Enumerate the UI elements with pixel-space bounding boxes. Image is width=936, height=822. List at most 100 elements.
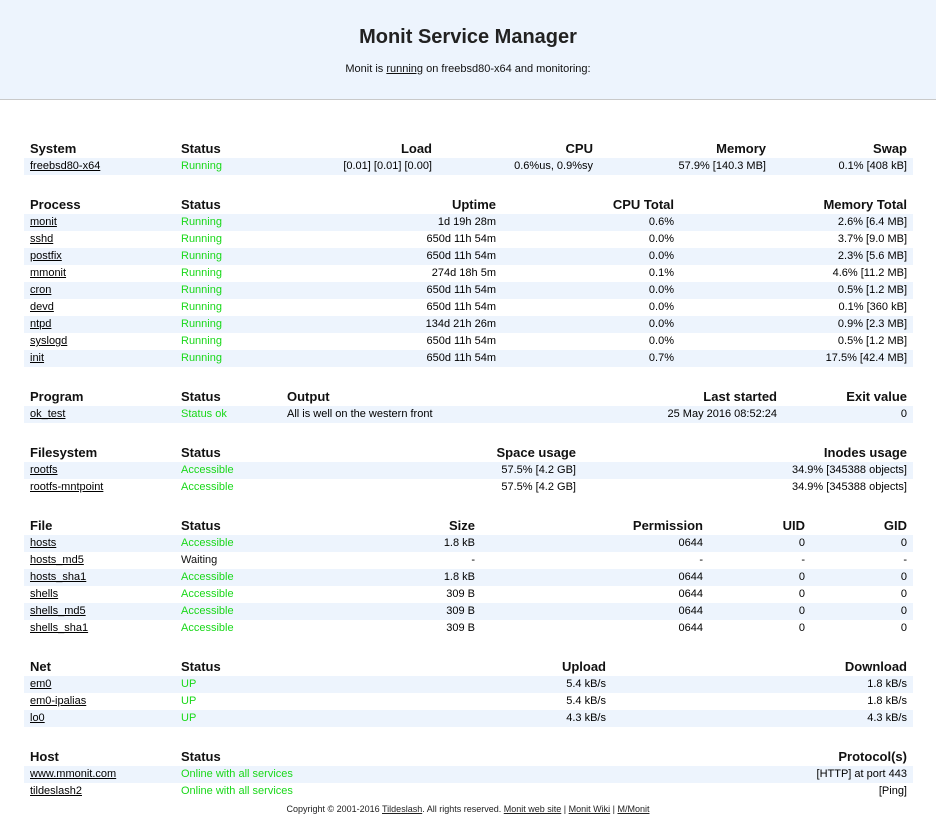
host-link[interactable]: tildeslash2 <box>30 783 82 800</box>
col-status: Status <box>181 749 221 764</box>
upload-value: 5.4 kB/s <box>566 695 606 707</box>
process-link[interactable]: init <box>30 350 44 367</box>
tildeslash-link[interactable]: Tildeslash <box>382 804 422 814</box>
table-row: ntpd Running 134d 21h 26m 0.0% 0.9% [2.3… <box>24 316 913 333</box>
uptime-value: 1d 19h 28m <box>437 216 496 228</box>
monit-wiki-link[interactable]: Monit Wiki <box>569 804 611 814</box>
table-row: hosts Accessible 1.8 kB 0644 0 0 <box>24 535 913 552</box>
process-link[interactable]: monit <box>30 214 57 231</box>
process-link[interactable]: devd <box>30 299 54 316</box>
status-value: Running <box>181 233 222 245</box>
filesystem-link[interactable]: rootfs <box>30 462 58 479</box>
table-row: rootfs Accessible 57.5% [4.2 GB] 34.9% [… <box>24 462 913 479</box>
mmonit-link[interactable]: M/Monit <box>617 804 649 814</box>
file-link[interactable]: hosts_sha1 <box>30 569 86 586</box>
col-filesystem: Filesystem <box>30 445 98 460</box>
col-upload: Upload <box>561 659 606 674</box>
exit-value: 0 <box>900 408 907 420</box>
size-value: 1.8 kB <box>443 537 475 549</box>
status-value: Running <box>181 335 222 347</box>
cpu-value: 0.0% <box>648 284 674 296</box>
gid-value: 0 <box>900 571 907 583</box>
col-memory-total: Memory Total <box>823 197 907 212</box>
status-value: Running <box>181 352 222 364</box>
uptime-value: 650d 11h 54m <box>426 284 496 296</box>
size-value: 309 B <box>446 622 475 634</box>
uid-value: 0 <box>798 605 805 617</box>
file-link[interactable]: shells <box>30 586 58 603</box>
uptime-value: 650d 11h 54m <box>426 250 496 262</box>
col-file: File <box>30 518 53 533</box>
table-row: shells_sha1 Accessible 309 B 0644 0 0 <box>24 620 913 637</box>
uid-value: 0 <box>798 588 805 600</box>
process-table-header: Process Status Uptime CPU Total Memory T… <box>24 196 913 214</box>
file-link[interactable]: shells_md5 <box>30 603 86 620</box>
net-link[interactable]: em0-ipalias <box>30 693 86 710</box>
running-link[interactable]: running <box>386 63 423 75</box>
page-footer: Copyright © 2001-2016 Tildeslash. All ri… <box>0 804 936 814</box>
status-value: UP <box>181 695 197 707</box>
col-permission: Permission <box>632 518 703 533</box>
process-link[interactable]: postfix <box>30 248 62 265</box>
status-value: Running <box>181 160 222 172</box>
process-table: Process Status Uptime CPU Total Memory T… <box>24 196 913 367</box>
process-link[interactable]: cron <box>30 282 51 299</box>
uptime-value: 650d 11h 54m <box>426 352 496 364</box>
col-inodes-usage: Inodes usage <box>823 445 907 460</box>
host-table-header: Host Status Protocol(s) <box>24 748 913 766</box>
process-link[interactable]: ntpd <box>30 316 51 333</box>
process-link[interactable]: mmonit <box>30 265 66 282</box>
status-line-suffix: on freebsd80-x64 and monitoring: <box>423 63 591 75</box>
host-link[interactable]: www.mmonit.com <box>30 766 116 783</box>
uid-value: 0 <box>798 571 805 583</box>
last-started-value: 25 May 2016 08:52:24 <box>667 408 777 420</box>
col-cpu: CPU <box>565 141 593 156</box>
status-value: Online with all services <box>181 768 293 780</box>
status-value: Accessible <box>181 588 234 600</box>
col-status: Status <box>181 141 221 156</box>
table-row: shells_md5 Accessible 309 B 0644 0 0 <box>24 603 913 620</box>
uptime-value: 134d 21h 26m <box>425 318 496 330</box>
status-value: Accessible <box>181 464 234 476</box>
system-link[interactable]: freebsd80-x64 <box>30 158 100 175</box>
process-link[interactable]: syslogd <box>30 333 67 350</box>
status-value: Accessible <box>181 622 234 634</box>
memory-value: 0.9% [2.3 MB] <box>837 318 907 330</box>
monit-web-site-link[interactable]: Monit web site <box>504 804 562 814</box>
page-title: Monit Service Manager <box>359 26 577 48</box>
file-link[interactable]: shells_sha1 <box>30 620 88 637</box>
col-memory: Memory <box>716 141 766 156</box>
memory-value: 0.5% [1.2 MB] <box>837 284 907 296</box>
net-table-header: Net Status Upload Download <box>24 658 913 676</box>
download-value: 1.8 kB/s <box>867 678 907 690</box>
status-value: Accessible <box>181 537 234 549</box>
process-link[interactable]: sshd <box>30 231 53 248</box>
gid-value: - <box>903 554 907 566</box>
table-row: tildeslash2 Online with all services [Pi… <box>24 783 913 800</box>
upload-value: 5.4 kB/s <box>566 678 606 690</box>
table-row: cron Running 650d 11h 54m 0.0% 0.5% [1.2… <box>24 282 913 299</box>
filesystem-link[interactable]: rootfs-mntpoint <box>30 479 103 496</box>
status-value: Accessible <box>181 605 234 617</box>
table-row: monit Running 1d 19h 28m 0.6% 2.6% [6.4 … <box>24 214 913 231</box>
cpu-value: 0.0% <box>648 233 674 245</box>
table-row: em0-ipalias UP 5.4 kB/s 1.8 kB/s <box>24 693 913 710</box>
cpu-value: 0.0% <box>648 250 674 262</box>
size-value: 1.8 kB <box>443 571 475 583</box>
file-link[interactable]: hosts_md5 <box>30 552 84 569</box>
status-value: Running <box>181 250 222 262</box>
protocols-value: [HTTP] at port 443 <box>816 768 907 780</box>
program-table-header: Program Status Output Last started Exit … <box>24 388 913 406</box>
inodes-value: 34.9% [345388 objects] <box>792 464 907 476</box>
uid-value: 0 <box>798 537 805 549</box>
inodes-value: 34.9% [345388 objects] <box>792 481 907 493</box>
col-program: Program <box>30 389 84 404</box>
filesystem-table: Filesystem Status Space usage Inodes usa… <box>24 444 913 496</box>
net-link[interactable]: em0 <box>30 676 51 693</box>
permission-value: - <box>699 554 703 566</box>
net-link[interactable]: lo0 <box>30 710 45 727</box>
memory-value: 17.5% [42.4 MB] <box>825 352 907 364</box>
file-link[interactable]: hosts <box>30 535 56 552</box>
program-link[interactable]: ok_test <box>30 406 65 423</box>
memory-value: 2.3% [5.6 MB] <box>837 250 907 262</box>
